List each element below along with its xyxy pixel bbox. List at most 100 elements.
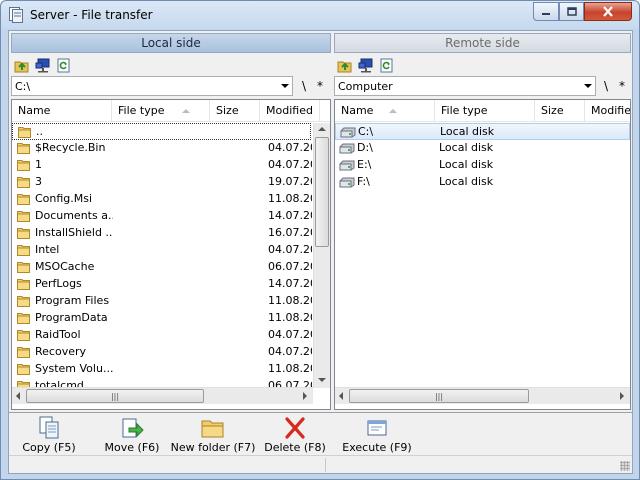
local-file-row[interactable]: Config.Msi 11.08.20 bbox=[12, 191, 312, 208]
local-file-row[interactable]: InstallShield ... 16.07.20 bbox=[12, 225, 312, 242]
file-name: Program Files bbox=[35, 294, 110, 307]
column-header-name[interactable]: Name bbox=[12, 100, 112, 122]
local-panel-header: Local side bbox=[11, 33, 331, 53]
folder-up-icon bbox=[337, 61, 351, 72]
folder-icon bbox=[17, 364, 30, 375]
parent-folder-button[interactable] bbox=[13, 57, 30, 74]
close-button[interactable] bbox=[584, 2, 632, 21]
chevron-down-icon[interactable] bbox=[584, 84, 592, 88]
remote-network-button[interactable] bbox=[357, 57, 374, 74]
scroll-left-icon[interactable] bbox=[16, 392, 20, 400]
copy-button[interactable]: Copy (F5) bbox=[22, 416, 76, 456]
remote-drive-row[interactable]: C:\ Local disk bbox=[335, 123, 630, 140]
local-file-row[interactable]: Documents a... 14.07.20 bbox=[12, 208, 312, 225]
minimize-button[interactable] bbox=[533, 2, 559, 21]
chevron-down-icon[interactable] bbox=[281, 84, 289, 88]
column-header-file-type[interactable]: File type bbox=[435, 100, 535, 122]
folder-icon bbox=[17, 313, 30, 324]
drive-icon bbox=[339, 143, 355, 154]
local-horizontal-scrollbar[interactable]: ||| bbox=[12, 387, 313, 404]
refresh-button[interactable] bbox=[55, 57, 72, 74]
file-name: InstallShield ... bbox=[35, 226, 113, 239]
folder-icon bbox=[17, 228, 30, 239]
window-title: Server - File transfer bbox=[30, 8, 153, 22]
column-header-size[interactable]: Size bbox=[210, 100, 260, 122]
column-header-name[interactable]: Name bbox=[335, 100, 435, 122]
column-header-file-type[interactable]: File type bbox=[112, 100, 210, 122]
move-button[interactable]: Move (F6) bbox=[105, 416, 159, 456]
network-button[interactable] bbox=[34, 57, 51, 74]
column-header-modified[interactable]: Modified bbox=[260, 100, 320, 122]
remote-path-combo[interactable]: Computer bbox=[334, 76, 596, 96]
drive-name: C:\ bbox=[358, 125, 374, 138]
remote-horizontal-scroll-thumb[interactable]: ||| bbox=[349, 389, 529, 403]
maximize-button[interactable] bbox=[559, 2, 584, 21]
local-path-combo[interactable]: C:\ bbox=[11, 76, 293, 96]
column-header-modified[interactable]: Modified bbox=[585, 100, 630, 122]
scroll-down-icon[interactable] bbox=[318, 378, 326, 382]
execute-button[interactable]: Execute (F9) bbox=[342, 416, 412, 456]
local-rows: .. $Recycle.Bin 04.07.20 1 04.07.20 3 19.07.20… bbox=[12, 123, 330, 409]
remote-refresh-button[interactable] bbox=[378, 57, 395, 74]
app-window: Server - File transfer Local side C:\ \ … bbox=[0, 0, 640, 480]
local-root-button[interactable]: \ bbox=[302, 79, 306, 93]
new-folder-icon bbox=[201, 420, 224, 438]
file-modified: 16.07.20 bbox=[268, 226, 312, 239]
new-folder-button-label: New folder (F7) bbox=[170, 441, 256, 454]
remote-drive-row[interactable]: E:\ Local disk bbox=[335, 157, 630, 174]
remote-drive-row[interactable]: D:\ Local disk bbox=[335, 140, 630, 157]
local-vertical-scrollbar[interactable] bbox=[313, 123, 330, 388]
local-file-row[interactable]: System Volu... 11.08.20 bbox=[12, 361, 312, 378]
parent-dir-row[interactable]: .. bbox=[12, 123, 311, 140]
file-modified: 04.07.20 bbox=[268, 158, 312, 171]
local-horizontal-scroll-thumb[interactable]: ||| bbox=[26, 389, 204, 403]
remote-path-value: Computer bbox=[338, 80, 393, 93]
local-file-list[interactable]: Name File type Size Modified .. $Recycle.… bbox=[11, 99, 331, 410]
local-toolbar bbox=[11, 55, 72, 75]
local-file-row[interactable]: PerfLogs 14.07.20 bbox=[12, 276, 312, 293]
file-name: MSOCache bbox=[35, 260, 95, 273]
maximize-icon bbox=[566, 7, 577, 16]
local-path-row: C:\ \ * bbox=[11, 76, 331, 96]
file-modified: 14.07.20 bbox=[268, 209, 312, 222]
remote-horizontal-scrollbar[interactable]: ||| bbox=[335, 387, 630, 404]
local-file-row[interactable]: Recovery 04.07.20 bbox=[12, 344, 312, 361]
local-vertical-scroll-thumb[interactable] bbox=[315, 137, 329, 247]
local-filter-button[interactable]: * bbox=[317, 79, 323, 93]
folder-icon bbox=[17, 245, 30, 256]
delete-button[interactable]: Delete (F8) bbox=[264, 416, 326, 456]
column-header-size[interactable]: Size bbox=[535, 100, 585, 122]
new-folder-button[interactable]: New folder (F7) bbox=[171, 416, 255, 456]
scroll-right-icon[interactable] bbox=[620, 392, 624, 400]
remote-filter-button[interactable]: * bbox=[619, 79, 625, 93]
local-file-row[interactable]: ProgramData 11.08.20 bbox=[12, 310, 312, 327]
refresh-icon bbox=[380, 58, 393, 72]
local-file-row[interactable]: Intel 04.07.20 bbox=[12, 242, 312, 259]
remote-root-button[interactable]: \ bbox=[604, 79, 608, 93]
remote-parent-folder-button[interactable] bbox=[336, 57, 353, 74]
local-file-row[interactable]: MSOCache 06.07.20 bbox=[12, 259, 312, 276]
local-file-row[interactable]: $Recycle.Bin 04.07.20 bbox=[12, 140, 312, 157]
resize-grip-icon[interactable] bbox=[620, 461, 630, 471]
remote-drive-row[interactable]: F:\ Local disk bbox=[335, 174, 630, 191]
file-modified: 11.08.20 bbox=[268, 362, 312, 375]
execute-icon bbox=[367, 420, 387, 436]
scroll-up-icon[interactable] bbox=[318, 127, 326, 131]
file-name: System Volu... bbox=[35, 362, 113, 375]
scroll-right-icon[interactable] bbox=[303, 392, 307, 400]
folder-icon bbox=[17, 194, 30, 205]
local-file-row[interactable]: RaidTool 04.07.20 bbox=[12, 327, 312, 344]
file-modified: 11.08.20 bbox=[268, 311, 312, 324]
remote-file-list[interactable]: Name File type Size Modified C:\ Local di… bbox=[334, 99, 631, 410]
title-bar[interactable]: Server - File transfer bbox=[1, 1, 639, 29]
folder-icon bbox=[17, 211, 30, 222]
remote-panel: Remote side Computer \ * Name File type … bbox=[334, 33, 631, 410]
action-bar: Copy (F5) Move (F6) New folder (F7) Dele… bbox=[9, 412, 632, 455]
local-file-row[interactable]: Program Files 11.08.20 bbox=[12, 293, 312, 310]
folder-icon bbox=[17, 296, 30, 307]
local-file-row[interactable]: 3 19.07.20 bbox=[12, 174, 312, 191]
folder-icon bbox=[17, 262, 30, 273]
file-modified: 11.08.20 bbox=[268, 294, 312, 307]
scroll-left-icon[interactable] bbox=[339, 392, 343, 400]
local-file-row[interactable]: 1 04.07.20 bbox=[12, 157, 312, 174]
